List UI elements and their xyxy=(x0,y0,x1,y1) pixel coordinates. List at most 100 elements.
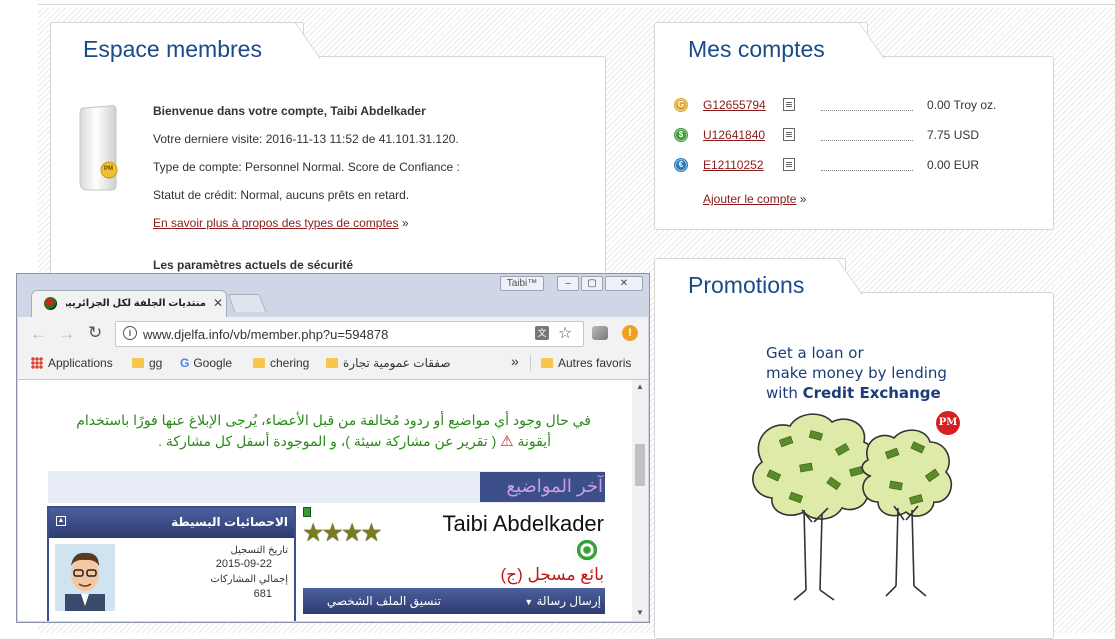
user-badge: Taibi™ xyxy=(500,276,544,291)
last-visit-text: Votre derniere visite: 2016-11-13 11:52 … xyxy=(153,132,459,146)
tab-close-icon[interactable]: ✕ xyxy=(213,296,223,310)
add-account-row: Ajouter le compte » xyxy=(703,192,806,206)
account-id-link[interactable]: U12641840 xyxy=(703,128,765,142)
account-balance: 7.75 USD xyxy=(927,128,980,142)
extension-icon[interactable] xyxy=(592,326,608,340)
bookmark-arabic[interactable]: صفقات عمومية تجارة xyxy=(326,356,451,370)
dollar-coin-icon: $ xyxy=(675,129,687,141)
add-account-link[interactable]: Ajouter le compte xyxy=(703,192,796,206)
reload-icon[interactable]: ↻ xyxy=(88,323,102,343)
notice-line-2-rest: ( تقرير عن مشاركة سيئة )، و الموجودة أسف… xyxy=(158,433,497,449)
folder-icon xyxy=(253,358,265,368)
posts-label: إجمالي المشاركات xyxy=(210,574,288,585)
site-favicon-icon xyxy=(44,297,57,310)
credit-status-text: Statut de crédit: Normal, aucuns prêts e… xyxy=(153,188,410,202)
welcome-text: Bienvenue dans votre compte, Taibi Abdel… xyxy=(153,104,426,118)
account-balance: 0.00 Troy oz. xyxy=(927,98,997,112)
maximize-button[interactable]: ▢ xyxy=(581,276,603,291)
online-indicator-icon xyxy=(303,507,311,517)
euro-coin-icon: € xyxy=(675,159,687,171)
folder-icon xyxy=(326,358,338,368)
bookmark-other[interactable]: Autres favoris xyxy=(541,356,631,370)
stats-title: الاحصائيات البسيطة xyxy=(171,515,288,529)
back-icon[interactable]: ← xyxy=(30,324,47,344)
bookmark-google-label: Google xyxy=(193,356,233,370)
profile-rank: بائع مسجل (ج) xyxy=(500,565,604,584)
alert-icon[interactable]: ! xyxy=(622,325,638,341)
posts-value: 681 xyxy=(253,588,272,600)
notice-line-1: في حال وجود أي مواضيع أو ردود مُخالفة من… xyxy=(76,412,591,428)
address-bar[interactable]: i www.djelfa.info/vb/member.php?u=594878… xyxy=(115,321,584,347)
latest-topics-heading[interactable]: آخر المواضيع xyxy=(480,472,605,502)
tab-title: منتديات الجلفة لكل الجزائريين و xyxy=(66,298,206,309)
send-message-button[interactable]: إرسال رسالة ▼ xyxy=(524,594,601,608)
reg-date-value: 2015-09-22 xyxy=(215,558,272,570)
browser-tab-active[interactable]: منتديات الجلفة لكل الجزائريين و ✕ xyxy=(31,290,227,318)
bookmark-google[interactable]: G Google xyxy=(180,356,232,370)
learn-more-suffix: » xyxy=(401,216,409,230)
collapse-icon[interactable]: ▲ xyxy=(56,516,66,526)
bookmark-chering[interactable]: chering xyxy=(253,356,309,370)
promo-line-3: with Credit Exchange xyxy=(766,384,941,402)
user-badge-text: Taibi™ xyxy=(506,278,538,289)
bookmark-gg-label: gg xyxy=(149,356,163,370)
statement-icon[interactable] xyxy=(783,98,795,111)
bookmarks-separator xyxy=(530,355,531,371)
profile-username: Taibi Abdelkader xyxy=(442,511,604,536)
dotted-leader xyxy=(821,140,913,141)
bookmark-star-icon[interactable]: ☆ xyxy=(558,323,572,343)
scroll-down-icon[interactable]: ▼ xyxy=(636,608,644,617)
security-heading: Les paramètres actuels de sécurité xyxy=(153,258,354,272)
statement-icon[interactable] xyxy=(783,128,795,141)
promo-line-2: make money by lending xyxy=(766,364,947,382)
url-text[interactable]: www.djelfa.info/vb/member.php?u=594878 xyxy=(143,327,388,342)
notice-icon-word: أيقونة xyxy=(517,433,551,449)
translate-icon[interactable]: 文 xyxy=(535,326,549,340)
membres-title: Espace membres xyxy=(83,36,262,62)
bookmarks-more[interactable]: » xyxy=(511,353,519,369)
page-scrollbar[interactable]: ▲ ▼ xyxy=(632,380,648,621)
page-content: في حال وجود أي مواضيع أو ردود مُخالفة من… xyxy=(18,380,632,621)
latest-topics-label: آخر المواضيع xyxy=(506,476,603,496)
warning-icon: ⚠ xyxy=(500,433,514,450)
forward-icon[interactable]: → xyxy=(58,324,75,344)
google-icon: G xyxy=(180,356,190,370)
account-type-text: Type de compte: Personnel Normal. Score … xyxy=(153,160,460,174)
new-tab-button[interactable] xyxy=(227,294,267,312)
profile-format-button[interactable]: تنسيق الملف الشخصي xyxy=(327,594,441,608)
dotted-leader xyxy=(821,110,913,111)
logo-text: PM xyxy=(104,166,113,172)
browser-toolbar: ← → ↻ i www.djelfa.info/vb/member.php?u=… xyxy=(18,317,648,380)
bookmark-chering-label: chering xyxy=(270,356,310,370)
account-id-link[interactable]: G12655794 xyxy=(703,98,766,112)
user-avatar xyxy=(55,544,115,611)
promo-line-1: Get a loan or xyxy=(766,344,864,362)
bookmark-other-label: Autres favoris xyxy=(558,356,632,370)
promotions-title: Promotions xyxy=(688,272,805,298)
info-icon: i xyxy=(123,326,137,340)
send-message-label: إرسال رسالة xyxy=(536,594,602,608)
dotted-leader xyxy=(821,170,913,171)
add-account-suffix: » xyxy=(799,192,807,206)
promo-line-3-prefix: with xyxy=(766,384,803,402)
folder-icon xyxy=(541,358,553,368)
account-id-link[interactable]: E12110252 xyxy=(703,158,764,172)
reg-date-label: تاريخ التسجيل xyxy=(230,545,289,556)
statement-icon[interactable] xyxy=(783,158,795,171)
bookmark-apps-label: Applications xyxy=(48,356,113,370)
comptes-title: Mes comptes xyxy=(688,36,825,62)
bookmark-gg[interactable]: gg xyxy=(132,356,162,370)
browser-window[interactable]: Taibi™ – ▢ ✕ منتديات الجلفة لكل الجزائري… xyxy=(16,273,650,623)
learn-more-link[interactable]: En savoir plus à propos des types de com… xyxy=(153,216,398,230)
scroll-thumb[interactable] xyxy=(635,444,645,486)
top-rule xyxy=(38,4,1115,5)
money-trees-illustration[interactable] xyxy=(740,410,970,610)
apps-icon xyxy=(31,357,43,369)
close-window-button[interactable]: ✕ xyxy=(605,276,643,291)
account-balance: 0.00 EUR xyxy=(927,158,980,172)
scroll-up-icon[interactable]: ▲ xyxy=(636,382,644,391)
bookmark-apps[interactable]: Applications xyxy=(31,356,113,370)
bookmark-arabic-label: صفقات عمومية تجارة xyxy=(343,356,451,370)
profile-actions-bar: إرسال رسالة ▼ تنسيق الملف الشخصي xyxy=(303,588,605,614)
minimize-button[interactable]: – xyxy=(557,276,579,291)
